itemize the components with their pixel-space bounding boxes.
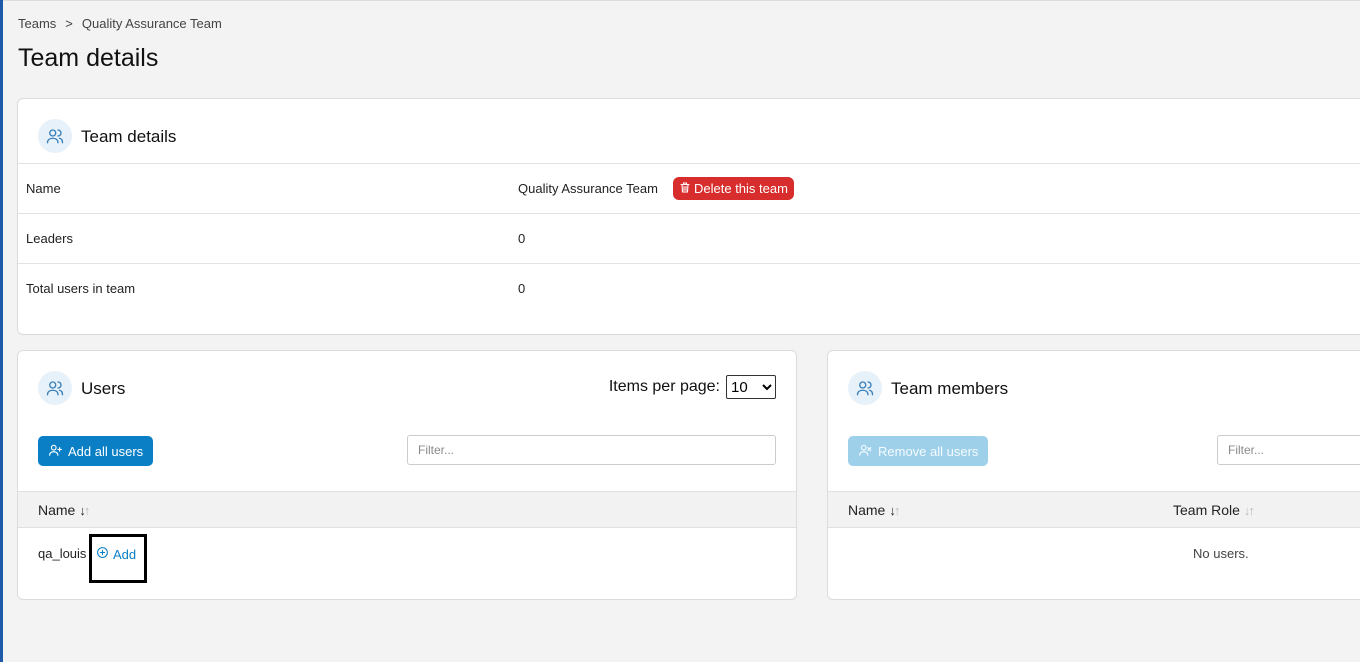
empty-state-text: No users. (1193, 546, 1249, 561)
members-filter-input[interactable] (1217, 435, 1360, 465)
team-role-column-header[interactable]: Team Role ↓↑ (1173, 502, 1255, 518)
breadcrumb: Teams > Quality Assurance Team (18, 16, 222, 31)
users-icon (848, 371, 882, 405)
sort-icon: ↓↑ (79, 502, 90, 518)
sort-icon: ↓↑ (889, 502, 900, 518)
breadcrumb-teams-link[interactable]: Teams (18, 16, 56, 31)
detail-row-leaders: Leaders 0 (18, 213, 1360, 264)
team-members-card-title: Team members (891, 379, 1009, 398)
users-table-header: Name ↓↑ (18, 491, 796, 528)
items-per-page: Items per page: 10 (609, 375, 776, 399)
user-plus-icon (48, 443, 63, 460)
remove-all-users-label: Remove all users (878, 443, 979, 459)
detail-row-name: Name Quality Assurance Team Delete this … (18, 163, 1360, 214)
add-all-users-button[interactable]: Add all users (38, 436, 154, 466)
name-column-label: Name (848, 502, 886, 518)
detail-label: Name (26, 181, 61, 196)
team-details-card: Team details Name Quality Assurance Team… (17, 98, 1360, 335)
user-remove-icon (858, 443, 873, 460)
delete-team-label: Delete this team (694, 181, 788, 196)
name-column-header[interactable]: Name ↓↑ (848, 502, 900, 518)
team-members-card: Team members Remove all users Name ↓↑ Te… (827, 350, 1360, 600)
sort-icon: ↓↑ (1243, 502, 1255, 518)
name-column-label: Name (38, 502, 76, 518)
users-card: Users Items per page: 10 Add all users N… (17, 350, 797, 600)
name-column-header[interactable]: Name ↓↑ (38, 502, 90, 518)
breadcrumb-separator: > (65, 16, 73, 31)
delete-team-button[interactable]: Delete this team (673, 177, 794, 200)
detail-value: 0 (518, 231, 526, 246)
users-icon (38, 119, 72, 153)
items-per-page-select[interactable]: 10 (726, 375, 776, 399)
users-filter-input[interactable] (407, 435, 776, 465)
team-role-column-label: Team Role (1173, 502, 1240, 518)
detail-row-total-users: Total users in team 0 (18, 263, 1360, 314)
page-title: Team details (18, 44, 159, 72)
members-table-header: Name ↓↑ Team Role ↓↑ (828, 491, 1360, 528)
trash-icon (679, 181, 691, 197)
highlight-box (89, 534, 147, 583)
top-border (0, 0, 1360, 1)
team-details-card-title: Team details (81, 127, 177, 146)
left-border (0, 0, 3, 662)
user-name: qa_louis (38, 546, 87, 561)
detail-value: 0 (518, 281, 526, 296)
remove-all-users-button[interactable]: Remove all users (848, 436, 989, 466)
breadcrumb-current: Quality Assurance Team (81, 16, 222, 31)
users-card-title: Users (81, 379, 126, 398)
add-all-users-label: Add all users (68, 443, 144, 459)
detail-value: Quality Assurance Team (518, 181, 658, 196)
items-per-page-label: Items per page: (608, 378, 720, 395)
detail-label: Total users in team (26, 281, 136, 296)
detail-label: Leaders (26, 231, 73, 246)
users-icon (38, 371, 72, 405)
